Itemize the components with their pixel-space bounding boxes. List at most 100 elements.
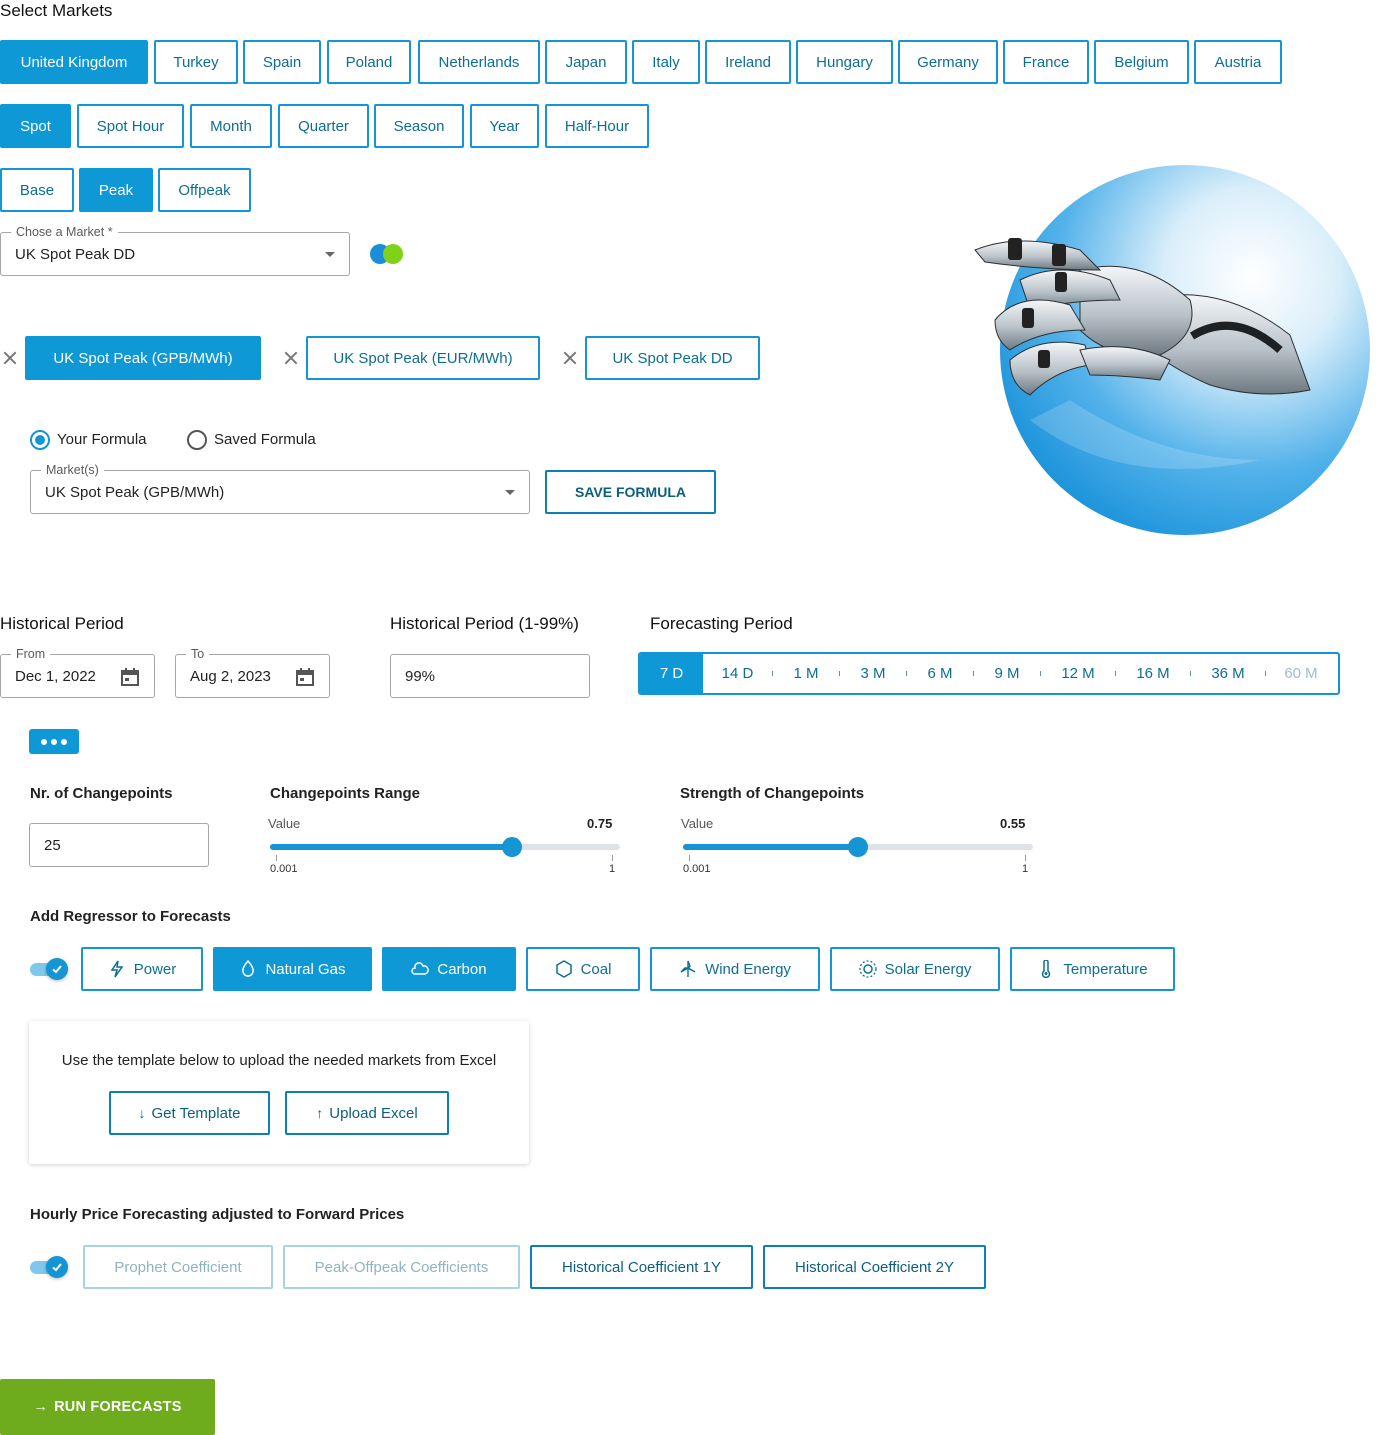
regressor-solar-energy-button[interactable]: Solar Energy [830,947,1000,991]
historical-pct-title-suffix: (1-99%) [518,614,579,633]
changepoints-range-fill [270,844,512,850]
close-icon[interactable] [282,349,300,367]
check-icon [46,958,68,980]
period-option-14d[interactable]: 14 D [703,654,772,693]
regressor-power-button[interactable]: Power [81,947,203,991]
prophet-coefficient-button[interactable]: Prophet Coefficient [83,1245,273,1289]
regressor-toggle[interactable] [30,958,68,980]
product-button-half-hour[interactable]: Half-Hour [545,104,649,148]
product-button-quarter[interactable]: Quarter [278,104,369,148]
changepoints-range-max: 1 [609,863,616,875]
country-button-italy[interactable]: Italy [632,40,700,84]
from-date-field[interactable]: From Dec 1, 2022 [0,646,155,698]
historical-coefficient-2y-button[interactable]: Historical Coefficient 2Y [763,1245,986,1289]
product-button-spot[interactable]: Spot [0,104,71,148]
load-button-peak[interactable]: Peak [79,168,153,212]
close-icon[interactable] [561,349,579,367]
period-option-12m[interactable]: 12 M [1041,654,1115,693]
run-forecasts-label: RUN FORECASTS [54,1399,182,1415]
nr-changepoints-input[interactable]: 25 [29,823,209,867]
country-button-germany[interactable]: Germany [898,40,998,84]
green-dot-icon [383,244,403,264]
historical-pct-title: Historical Period (1-99%) [390,614,579,634]
country-button-belgium[interactable]: Belgium [1094,40,1189,84]
save-formula-button[interactable]: SAVE FORMULA [545,470,716,514]
arrow-right-icon: → [33,1399,49,1415]
color-indicator-icon[interactable] [370,244,404,264]
saved-formula-radio[interactable] [187,430,207,450]
market-chip-gbp[interactable]: UK Spot Peak (GPB/MWh) [25,336,261,380]
regressor-wind-energy-button[interactable]: Wind Energy [650,947,820,991]
hexagon-icon [555,960,572,978]
historical-pct-title-text: Historical Period [390,614,514,633]
strength-slider[interactable] [683,837,1033,857]
product-button-spot-hour[interactable]: Spot Hour [77,104,184,148]
period-option-3m[interactable]: 3 M [840,654,906,693]
strength-thumb[interactable] [848,837,868,857]
country-button-ireland[interactable]: Ireland [705,40,791,84]
run-forecasts-button[interactable]: → RUN FORECASTS [0,1379,215,1435]
country-button-hungary[interactable]: Hungary [796,40,893,84]
country-button-japan[interactable]: Japan [545,40,627,84]
country-button-france[interactable]: France [1003,40,1089,84]
period-option-16m[interactable]: 16 M [1116,654,1190,693]
historical-coefficient-1y-button[interactable]: Historical Coefficient 1Y [530,1245,753,1289]
regressor-natural-gas-button[interactable]: Natural Gas [213,947,372,991]
country-button-netherlands[interactable]: Netherlands [418,40,540,84]
changepoints-range-slider[interactable] [270,837,620,857]
dot-icon [41,738,47,745]
dot-icon [61,738,67,745]
your-formula-label: Your Formula [57,431,147,448]
historical-pct-input[interactable]: 99% [390,654,590,698]
load-button-offpeak[interactable]: Offpeak [158,168,251,212]
to-date-field[interactable]: To Aug 2, 2023 [175,646,330,698]
strength-fill [683,844,858,850]
strength-value: 0.55 [1000,816,1026,831]
market-chip-eur[interactable]: UK Spot Peak (EUR/MWh) [306,336,540,380]
regressor-temperature-button[interactable]: Temperature [1010,947,1175,991]
range-min-tick [276,855,277,861]
drop-icon [242,960,255,977]
country-button-austria[interactable]: Austria [1194,40,1282,84]
cloud-icon [411,962,430,975]
wind-turbine-icon [680,960,696,977]
period-option-9m[interactable]: 9 M [974,654,1040,693]
market-select[interactable]: Chose a Market * UK Spot Peak DD [0,224,350,276]
upload-excel-button[interactable]: ↑ Upload Excel [285,1091,449,1135]
forecasting-period-selector: 7 D 14 D 1 M 3 M 6 M 9 M 12 M 16 M 36 M … [638,652,1340,695]
changepoints-range-thumb[interactable] [501,837,522,857]
arrow-down-icon: ↓ [138,1105,146,1121]
product-button-season[interactable]: Season [374,104,464,148]
get-template-button[interactable]: ↓ Get Template [109,1091,270,1135]
calendar-icon[interactable] [120,667,140,687]
period-option-60m[interactable]: 60 M [1266,654,1336,693]
hourly-title: Hourly Price Forecasting adjusted to For… [30,1206,405,1223]
period-option-1m[interactable]: 1 M [773,654,839,693]
load-button-base[interactable]: Base [0,168,74,212]
market-chip-dd[interactable]: UK Spot Peak DD [585,336,760,380]
regressor-coal-button[interactable]: Coal [526,947,640,991]
peak-offpeak-coefficients-button[interactable]: Peak-Offpeak Coefficients [283,1245,520,1289]
country-button-turkey[interactable]: Turkey [154,40,238,84]
country-button-spain[interactable]: Spain [243,40,321,84]
hourly-toggle[interactable] [30,1256,68,1278]
regressor-carbon-button[interactable]: Carbon [382,947,516,991]
lightning-icon [110,960,124,978]
period-option-6m[interactable]: 6 M [907,654,973,693]
period-option-7d[interactable]: 7 D [640,654,703,693]
country-button-united-kingdom[interactable]: United Kingdom [0,40,148,84]
more-options-button[interactable] [29,729,79,754]
nr-changepoints-title: Nr. of Changepoints [30,785,173,802]
product-button-month[interactable]: Month [190,104,272,148]
close-icon[interactable] [1,349,19,367]
country-button-poland[interactable]: Poland [327,40,411,84]
product-button-year[interactable]: Year [470,104,539,148]
your-formula-radio[interactable] [30,430,50,450]
period-option-36m[interactable]: 36 M [1191,654,1265,693]
markets-select-value: UK Spot Peak (GPB/MWh) [45,483,225,501]
markets-select[interactable]: Market(s) UK Spot Peak (GPB/MWh) [30,462,530,514]
market-select-value: UK Spot Peak DD [15,245,136,263]
chevron-down-icon [505,490,515,495]
calendar-icon[interactable] [295,667,315,687]
strength-max-tick [1025,855,1026,861]
